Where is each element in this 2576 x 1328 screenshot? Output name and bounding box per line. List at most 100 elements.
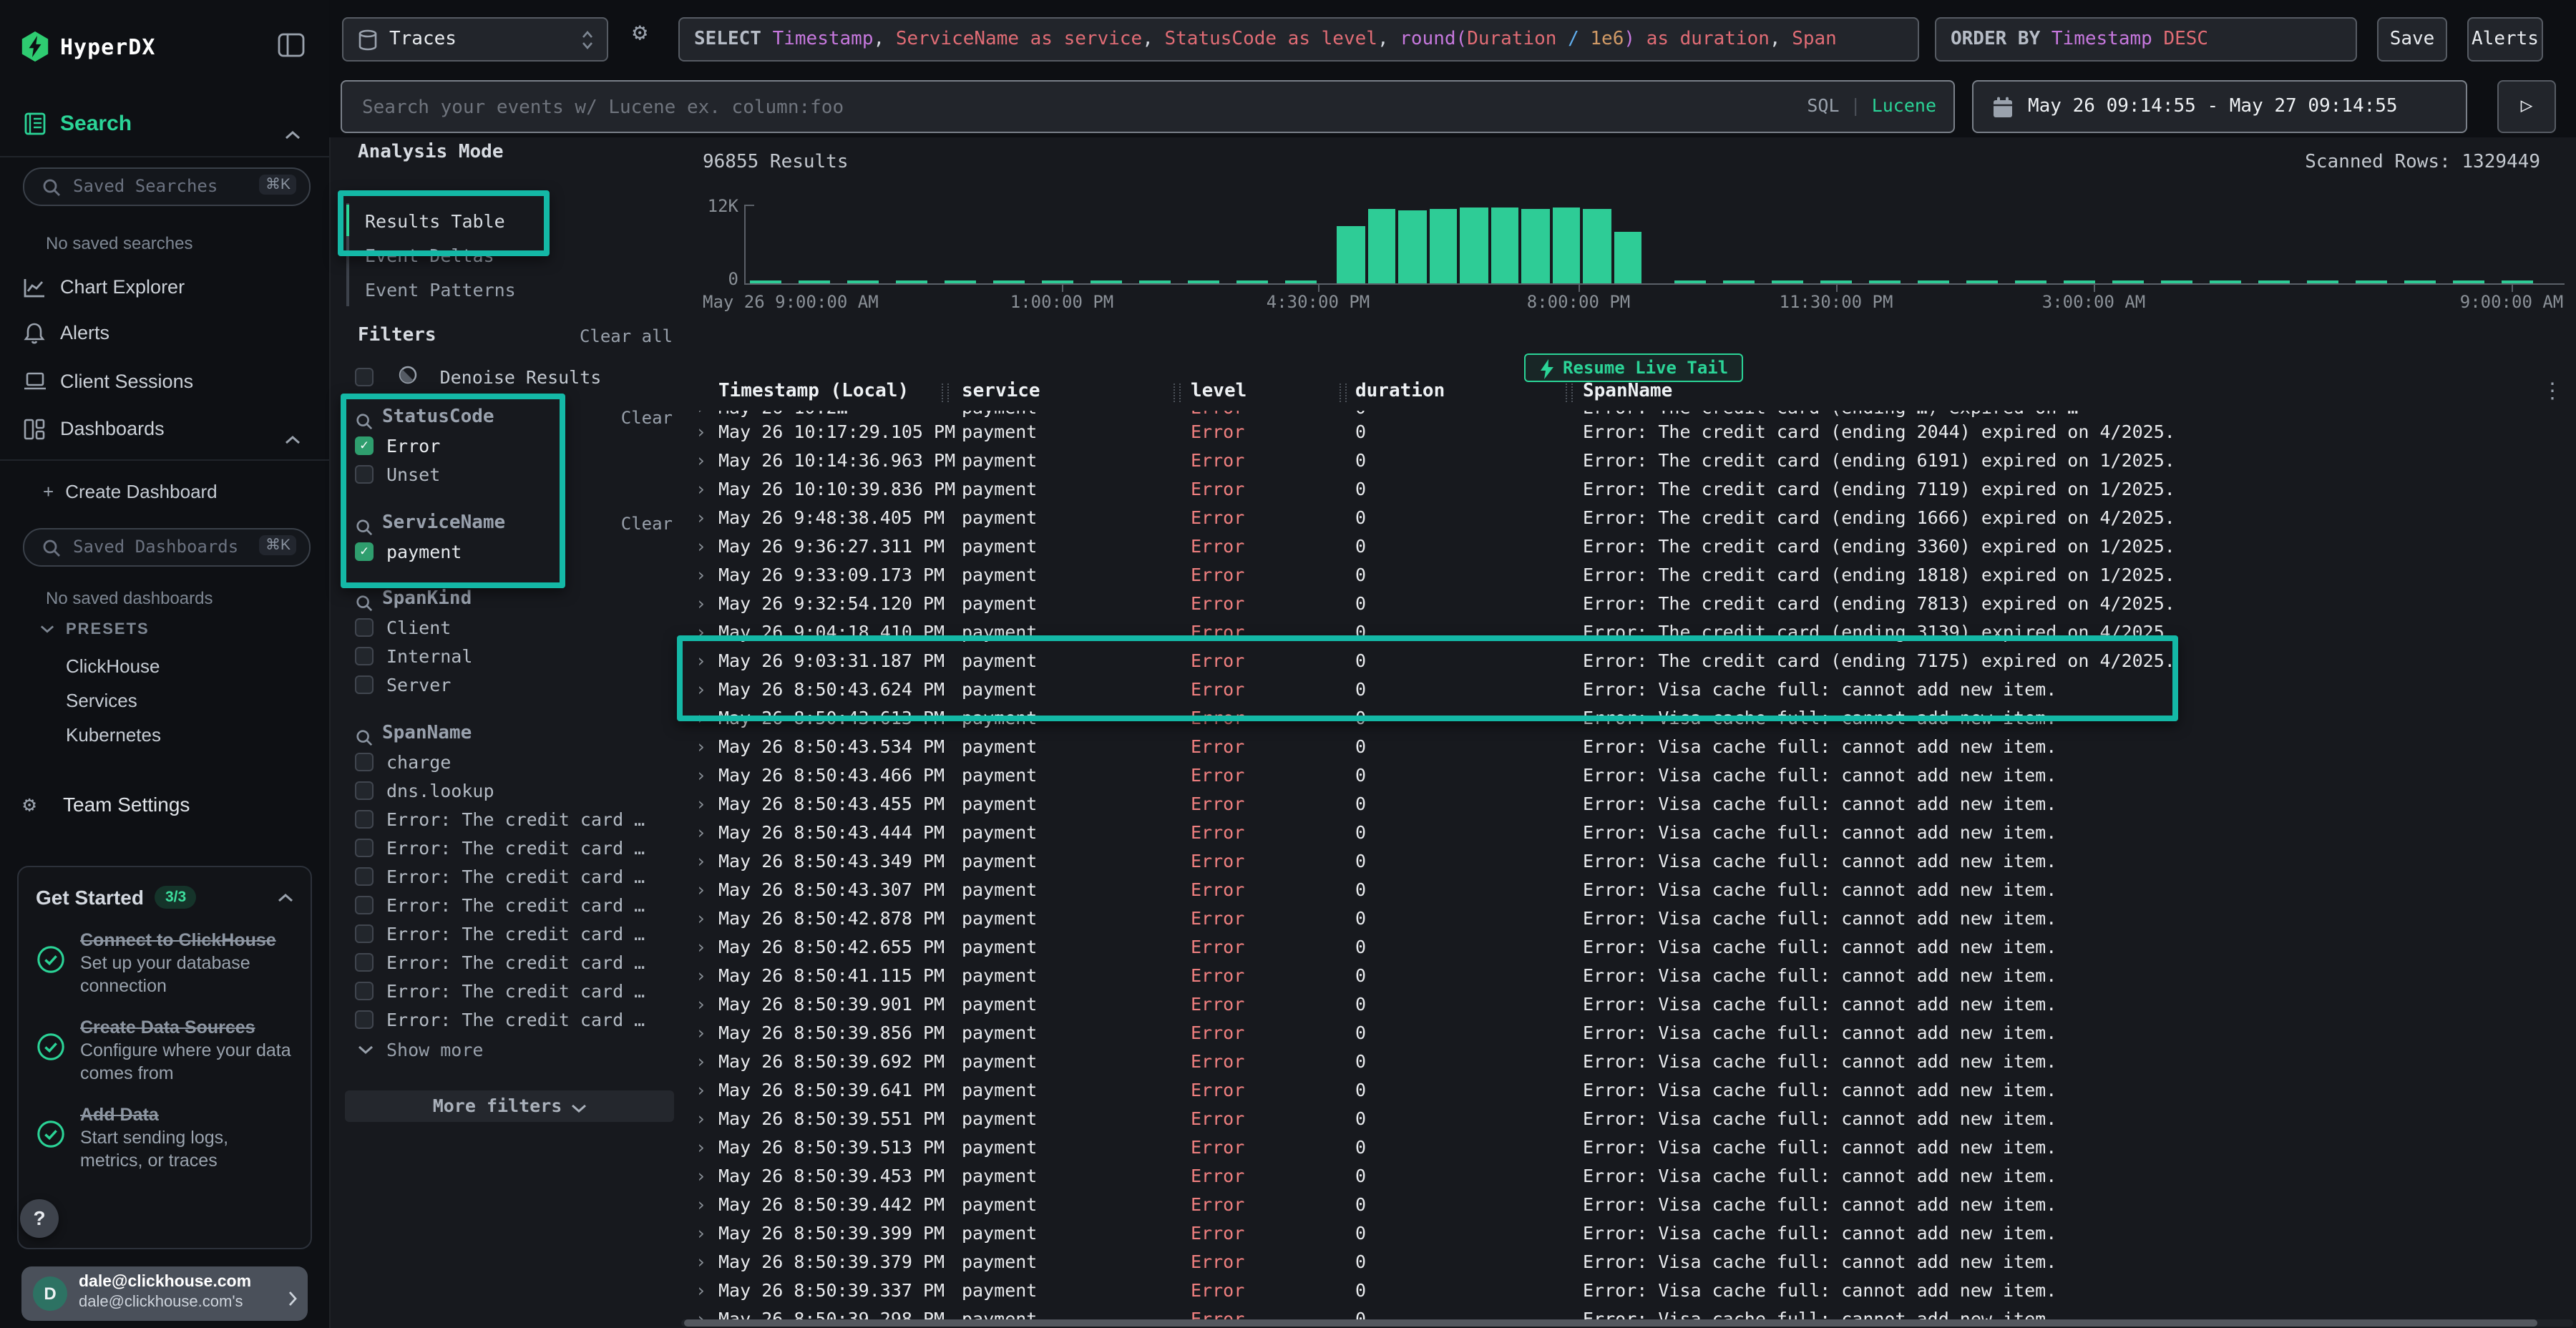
clear-all-filters-link[interactable]: Clear all — [555, 326, 673, 346]
checkbox-unchecked[interactable] — [355, 867, 374, 886]
checkbox-unchecked[interactable] — [355, 465, 374, 484]
alerts-button[interactable]: Alerts — [2467, 17, 2543, 62]
row-expand-chevron[interactable]: › — [696, 477, 706, 499]
saved-dashboards-input[interactable]: Saved Dashboards ⌘K — [23, 528, 311, 567]
row-expand-chevron[interactable]: › — [696, 1193, 706, 1214]
analysis-mode-results-table[interactable]: Results Table — [349, 203, 671, 238]
more-filters-button[interactable]: More filters — [345, 1090, 674, 1122]
facet-value-error-the-credit-card[interactable]: Error: The credit card … — [355, 977, 673, 1006]
table-row[interactable]: ›May 26 8:50:39.901 PMpaymentError0Error… — [680, 988, 2576, 1017]
table-row[interactable]: ›May 26 8:50:41.115 PMpaymentError0Error… — [680, 960, 2576, 988]
table-options-kebab-icon[interactable]: ⋮ — [2542, 378, 2563, 404]
denoise-results-checkbox[interactable]: Denoise Results — [355, 362, 601, 388]
table-row[interactable]: ›May 26 8:50:42.655 PMpaymentError0Error… — [680, 931, 2576, 960]
row-expand-chevron[interactable]: › — [696, 821, 706, 842]
table-row[interactable]: ›May 26 8:50:39.298 PMpaymentError0Error… — [680, 1303, 2576, 1319]
row-expand-chevron[interactable]: › — [696, 992, 706, 1014]
table-row[interactable]: ›May 26 8:50:43.534 PMpaymentError0Error… — [680, 731, 2576, 759]
get-started-item-add-data[interactable]: Add DataStart sending logs, metrics, or … — [36, 1103, 293, 1172]
row-expand-chevron[interactable]: › — [696, 1107, 706, 1128]
row-expand-chevron[interactable]: › — [696, 1136, 706, 1157]
column-resize-handle[interactable] — [1566, 384, 1573, 402]
help-button[interactable]: ? — [20, 1199, 59, 1238]
run-query-button[interactable]: ▷ — [2497, 80, 2556, 133]
row-expand-chevron[interactable]: › — [696, 1078, 706, 1100]
row-expand-chevron[interactable]: › — [696, 792, 706, 814]
create-dashboard-button[interactable]: +Create Dashboard — [43, 481, 218, 502]
facet-value-internal[interactable]: Internal — [355, 643, 673, 671]
search-input[interactable] — [359, 82, 1653, 135]
preset-item-kubernetes[interactable]: Kubernetes — [66, 724, 295, 746]
row-expand-chevron[interactable]: › — [696, 1250, 706, 1271]
order-by-input[interactable]: ORDER BY Timestamp DESC — [1935, 17, 2357, 62]
resume-live-tail-button[interactable]: Resume Live Tail — [1524, 353, 1743, 382]
table-row[interactable]: ›May 26 8:50:39.692 PMpaymentError0Error… — [680, 1045, 2576, 1074]
row-expand-chevron[interactable]: › — [696, 1021, 706, 1043]
facet-value-dns-lookup[interactable]: dns.lookup — [355, 777, 673, 806]
facet-clear-link[interactable]: Clear — [621, 408, 673, 428]
checkbox-unchecked[interactable] — [355, 953, 374, 972]
histogram-bar[interactable] — [1491, 208, 1518, 283]
sidebar-item-client-sessions[interactable]: Client Sessions — [0, 363, 329, 404]
row-expand-chevron[interactable]: › — [696, 907, 706, 928]
table-row[interactable]: ›May 26 10:17:29.105 PMpaymentError0Erro… — [680, 416, 2576, 444]
row-expand-chevron[interactable]: › — [696, 420, 706, 441]
column-resize-handle[interactable] — [1340, 384, 1347, 402]
facet-clear-link[interactable]: Clear — [621, 514, 673, 534]
row-expand-chevron[interactable]: › — [696, 935, 706, 957]
row-expand-chevron[interactable]: › — [696, 706, 706, 728]
table-row[interactable]: ›May 26 9:48:38.405 PMpaymentError0Error… — [680, 502, 2576, 530]
facet-value-error-the-credit-card[interactable]: Error: The credit card … — [355, 892, 673, 920]
checkbox-unchecked[interactable] — [355, 1010, 374, 1029]
table-row[interactable]: ›May 26 9:33:09.173 PMpaymentError0Error… — [680, 559, 2576, 587]
sidebar-item-search[interactable]: Search — [0, 106, 329, 146]
table-row[interactable]: ›May 26 8:50:43.624 PMpaymentError0Error… — [680, 673, 2576, 702]
sidebar-item-dashboards[interactable]: Dashboards — [0, 411, 329, 451]
toggle-sql[interactable]: SQL — [1807, 94, 1839, 116]
row-expand-chevron[interactable]: › — [696, 763, 706, 785]
table-row[interactable]: ›May 26 8:50:43.613 PMpaymentError0Error… — [680, 702, 2576, 731]
user-account-chip[interactable]: D dale@clickhouse.com dale@clickhouse.co… — [21, 1266, 308, 1321]
facet-value-charge[interactable]: charge — [355, 748, 673, 777]
date-range-picker[interactable]: May 26 09:14:55 - May 27 09:14:55 — [1972, 80, 2467, 133]
table-row[interactable]: ›May 26 10:14:36.963 PMpaymentError0Erro… — [680, 444, 2576, 473]
histogram-bar[interactable] — [1398, 210, 1426, 283]
checkbox-unchecked[interactable] — [355, 839, 374, 857]
checkbox-unchecked[interactable] — [355, 781, 374, 800]
facet-value-payment[interactable]: ✓payment — [355, 538, 673, 567]
checkbox-unchecked[interactable] — [355, 647, 374, 665]
row-expand-chevron[interactable]: › — [696, 878, 706, 899]
table-row[interactable]: ›May 26 8:50:43.349 PMpaymentError0Error… — [680, 845, 2576, 874]
get-started-item-create-data-sources[interactable]: Create Data SourcesConfigure where your … — [36, 1016, 293, 1085]
histogram-bar[interactable] — [1460, 208, 1488, 283]
row-expand-chevron[interactable]: › — [696, 1307, 706, 1319]
histogram-bar[interactable] — [1583, 209, 1611, 284]
histogram-bar[interactable] — [1552, 208, 1580, 283]
table-row[interactable]: ›May 26 8:50:43.444 PMpaymentError0Error… — [680, 816, 2576, 845]
preset-item-clickhouse[interactable]: ClickHouse — [66, 655, 295, 677]
row-expand-chevron[interactable]: › — [696, 649, 706, 670]
checkbox-unchecked[interactable] — [355, 675, 374, 694]
row-expand-chevron[interactable]: › — [696, 849, 706, 871]
table-row[interactable]: ›May 26 9:32:54.120 PMpaymentError0Error… — [680, 587, 2576, 616]
facet-value-error-the-credit-card[interactable]: Error: The credit card … — [355, 863, 673, 892]
get-started-item-connect-to-clickhouse[interactable]: Connect to ClickHouseSet up your databas… — [36, 929, 293, 997]
facet-value-error-the-credit-card[interactable]: Error: The credit card … — [355, 834, 673, 863]
row-expand-chevron[interactable]: › — [696, 1050, 706, 1071]
sidebar-item-chart-explorer[interactable]: Chart Explorer — [0, 269, 329, 309]
table-row[interactable]: ›May 26 8:50:39.399 PMpaymentError0Error… — [680, 1217, 2576, 1246]
column-header-service[interactable]: service — [962, 381, 1040, 402]
table-row[interactable]: ›May 26 8:50:39.551 PMpaymentError0Error… — [680, 1103, 2576, 1131]
facet-value-error-the-credit-card[interactable]: Error: The credit card … — [355, 1006, 673, 1035]
checkbox-checked[interactable]: ✓ — [355, 542, 374, 561]
save-button[interactable]: Save — [2377, 17, 2447, 62]
toggle-lucene[interactable]: Lucene — [1872, 94, 1936, 116]
table-row[interactable]: ›May 26 8:50:39.379 PMpaymentError0Error… — [680, 1246, 2576, 1274]
histogram-bar[interactable] — [1614, 233, 1641, 284]
table-row[interactable]: ›May 26 9:03:31.187 PMpaymentError0Error… — [680, 645, 2576, 673]
source-select[interactable]: Traces — [342, 17, 608, 62]
table-row[interactable]: ›May 26 8:50:43.466 PMpaymentError0Error… — [680, 759, 2576, 788]
row-expand-chevron[interactable]: › — [696, 1164, 706, 1186]
row-expand-chevron[interactable]: › — [696, 449, 706, 470]
table-row[interactable]: ›May 26 8:50:39.442 PMpaymentError0Error… — [680, 1188, 2576, 1217]
